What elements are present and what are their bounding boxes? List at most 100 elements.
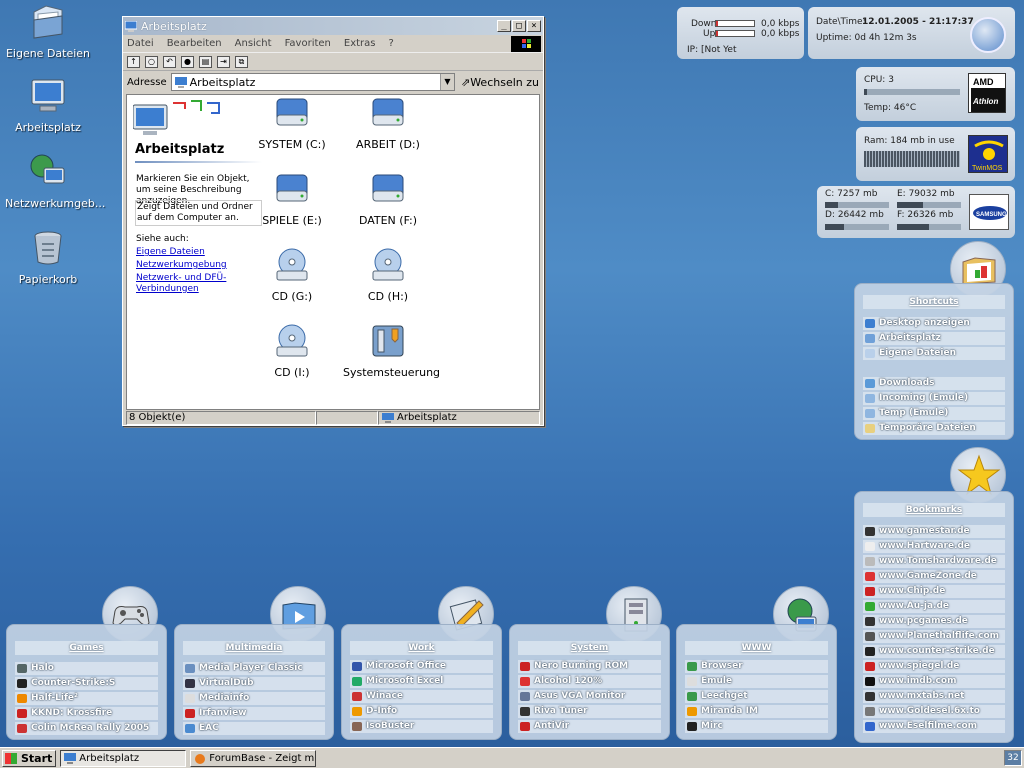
app-item[interactable]: Miranda IM — [685, 705, 828, 718]
maximize-button[interactable]: □ — [512, 20, 526, 32]
drive-item[interactable]: ARBEIT (D:) — [343, 95, 433, 151]
app-item[interactable]: Nero Burning ROM — [518, 660, 661, 673]
bookmark-item[interactable]: www.GameZone.de — [863, 570, 1005, 583]
drive-item[interactable]: CD (G:) — [247, 247, 337, 303]
drive-label: Systemsteuerung — [343, 366, 441, 379]
menu-help[interactable]: ? — [389, 38, 394, 49]
app-item[interactable]: Media Player Classic — [183, 662, 325, 675]
app-item[interactable]: Browser — [685, 660, 828, 673]
menu-bearbeiten[interactable]: Bearbeiten — [167, 38, 222, 49]
link-eigene-dateien[interactable]: Eigene Dateien — [136, 247, 262, 258]
shortcut-desktop[interactable]: Desktop anzeigen — [863, 317, 1005, 330]
bookmark-item[interactable]: www.Goldesel.6x.to — [863, 705, 1005, 718]
task-button-arbeitsplatz[interactable]: Arbeitsplatz — [60, 749, 187, 767]
shortcut-temporaere-dateien[interactable]: Temporäre Dateien — [863, 422, 1005, 435]
shortcut-label: Desktop anzeigen — [879, 318, 970, 328]
app-item[interactable]: AntiVir — [518, 720, 661, 733]
bookmark-label: www.mxtabs.net — [879, 691, 965, 701]
bookmark-item[interactable]: www.gamestar.de — [863, 525, 1005, 538]
bookmarks-title[interactable]: Bookmarks — [863, 503, 1005, 517]
move-to-icon[interactable]: ⇥ — [217, 55, 230, 68]
bookmark-item[interactable]: www.imdb.com — [863, 675, 1005, 688]
app-item[interactable]: Microsoft Excel — [350, 675, 493, 688]
app-item[interactable]: D-Info — [350, 705, 493, 718]
window-titlebar[interactable]: Arbeitsplatz _ □ × — [123, 17, 543, 35]
menu-extras[interactable]: Extras — [344, 38, 376, 49]
app-item[interactable]: Mediainfo — [183, 692, 325, 705]
chevron-down-icon[interactable]: ▼ — [439, 74, 454, 90]
gamezone-icon — [865, 572, 875, 581]
desktop-icon-my-computer[interactable]: Arbeitsplatz — [3, 76, 93, 134]
drive-item[interactable]: SYSTEM (C:) — [247, 95, 337, 151]
bookmark-item[interactable]: www.counter-strike.de — [863, 645, 1005, 658]
drive-item[interactable]: CD (I:) — [247, 323, 337, 379]
shortcut-arbeitsplatz[interactable]: Arbeitsplatz — [863, 332, 1005, 345]
app-item[interactable]: Leechget — [685, 690, 828, 703]
app-item[interactable]: IsoBuster — [350, 720, 493, 733]
bookmark-item[interactable]: www.Au-ja.de — [863, 600, 1005, 613]
bookmark-item[interactable]: www.Chip.de — [863, 585, 1005, 598]
desktop-icon-recycle-bin[interactable]: Papierkorb — [3, 228, 93, 286]
app-item[interactable]: Emule — [685, 675, 828, 688]
app-label: KKND: Krossfire — [31, 708, 113, 718]
desktop-icon-documents[interactable]: Eigene Dateien — [3, 2, 93, 60]
www-title[interactable]: WWW — [685, 641, 828, 655]
address-input[interactable]: Arbeitsplatz ▼ — [170, 73, 455, 91]
bookmark-item[interactable]: www.spiegel.de — [863, 660, 1005, 673]
app-item[interactable]: EAC — [183, 722, 325, 735]
system-title[interactable]: System — [518, 641, 661, 655]
multimedia-title[interactable]: Multimedia — [183, 641, 325, 655]
explorer-window[interactable]: Arbeitsplatz _ □ × Datei Bearbeiten Ansi… — [122, 16, 544, 426]
copy-to-icon[interactable]: ⧉ — [235, 55, 248, 68]
shortcut-eigene-dateien[interactable]: Eigene Dateien — [863, 347, 1005, 360]
drive-item[interactable]: CD (H:) — [343, 247, 433, 303]
drive-item[interactable]: SPIELE (E:) — [247, 171, 337, 227]
multimedia-panel: Multimedia Media Player Classic VirtualD… — [174, 624, 334, 740]
app-item[interactable]: Mirc — [685, 720, 828, 733]
undo-icon[interactable]: ↶ — [163, 55, 176, 68]
properties-icon[interactable]: ▤ — [199, 55, 212, 68]
app-item[interactable]: VirtualDub — [183, 677, 325, 690]
app-item[interactable]: Colin McRea Rally 2005 — [15, 722, 158, 735]
bookmark-item[interactable]: www.pcgames.de — [863, 615, 1005, 628]
drive-item[interactable]: DATEN (F:) — [343, 171, 433, 227]
minimize-button[interactable]: _ — [497, 20, 511, 32]
app-item[interactable]: Winace — [350, 690, 493, 703]
app-item[interactable]: KKND: Krossfire — [15, 707, 158, 720]
go-button[interactable]: ⇗Wechseln zu — [459, 76, 539, 89]
menu-ansicht[interactable]: Ansicht — [235, 38, 272, 49]
menu-datei[interactable]: Datei — [127, 38, 154, 49]
bookmark-item[interactable]: www.Tomshardware.de — [863, 555, 1005, 568]
desktop-icon-network[interactable]: Netzwerkumgeb... — [3, 152, 105, 210]
app-item[interactable]: Asus VGA Monitor — [518, 690, 661, 703]
system-tray[interactable]: 32 — [1004, 750, 1022, 766]
search-icon[interactable]: ○ — [145, 55, 158, 68]
up-folder-icon[interactable]: ↑ — [127, 55, 140, 68]
task-button-forumbase[interactable]: ForumBase - Zeigt mir eure... — [190, 749, 317, 767]
network-widget: Down Up 0,0 kbps 0,0 kbps IP: [Not Yet — [677, 7, 804, 59]
bookmark-item[interactable]: www.Eselfilme.com — [863, 720, 1005, 733]
shortcuts-title[interactable]: Shortcuts — [863, 295, 1005, 309]
app-item[interactable]: Riva Tuner — [518, 705, 661, 718]
app-item[interactable]: Counter-Strike:S — [15, 677, 158, 690]
app-item[interactable]: Alcohol 120% — [518, 675, 661, 688]
app-item[interactable]: Irfanview — [183, 707, 325, 720]
shortcut-incoming[interactable]: Incoming (Emule) — [863, 392, 1005, 405]
app-item[interactable]: Halo — [15, 662, 158, 675]
drive-item[interactable]: Systemsteuerung — [343, 323, 441, 379]
stop-icon[interactable]: ● — [181, 55, 194, 68]
bookmark-item[interactable]: www.Hartware.de — [863, 540, 1005, 553]
bookmark-item[interactable]: www.mxtabs.net — [863, 690, 1005, 703]
games-title[interactable]: Games — [15, 641, 158, 655]
close-button[interactable]: × — [527, 20, 541, 32]
menu-favoriten[interactable]: Favoriten — [285, 38, 331, 49]
link-dfue-verbindungen[interactable]: Netzwerk- und DFÜ-Verbindungen — [136, 273, 262, 295]
bookmark-item[interactable]: www.Planethalflife.com — [863, 630, 1005, 643]
app-item[interactable]: Microsoft Office — [350, 660, 493, 673]
work-title[interactable]: Work — [350, 641, 493, 655]
app-item[interactable]: Half-Life² — [15, 692, 158, 705]
start-button[interactable]: Start — [2, 749, 57, 767]
shortcut-temp[interactable]: Temp (Emule) — [863, 407, 1005, 420]
link-netzwerkumgebung[interactable]: Netzwerkumgebung — [136, 260, 262, 271]
shortcut-downloads[interactable]: Downloads — [863, 377, 1005, 390]
